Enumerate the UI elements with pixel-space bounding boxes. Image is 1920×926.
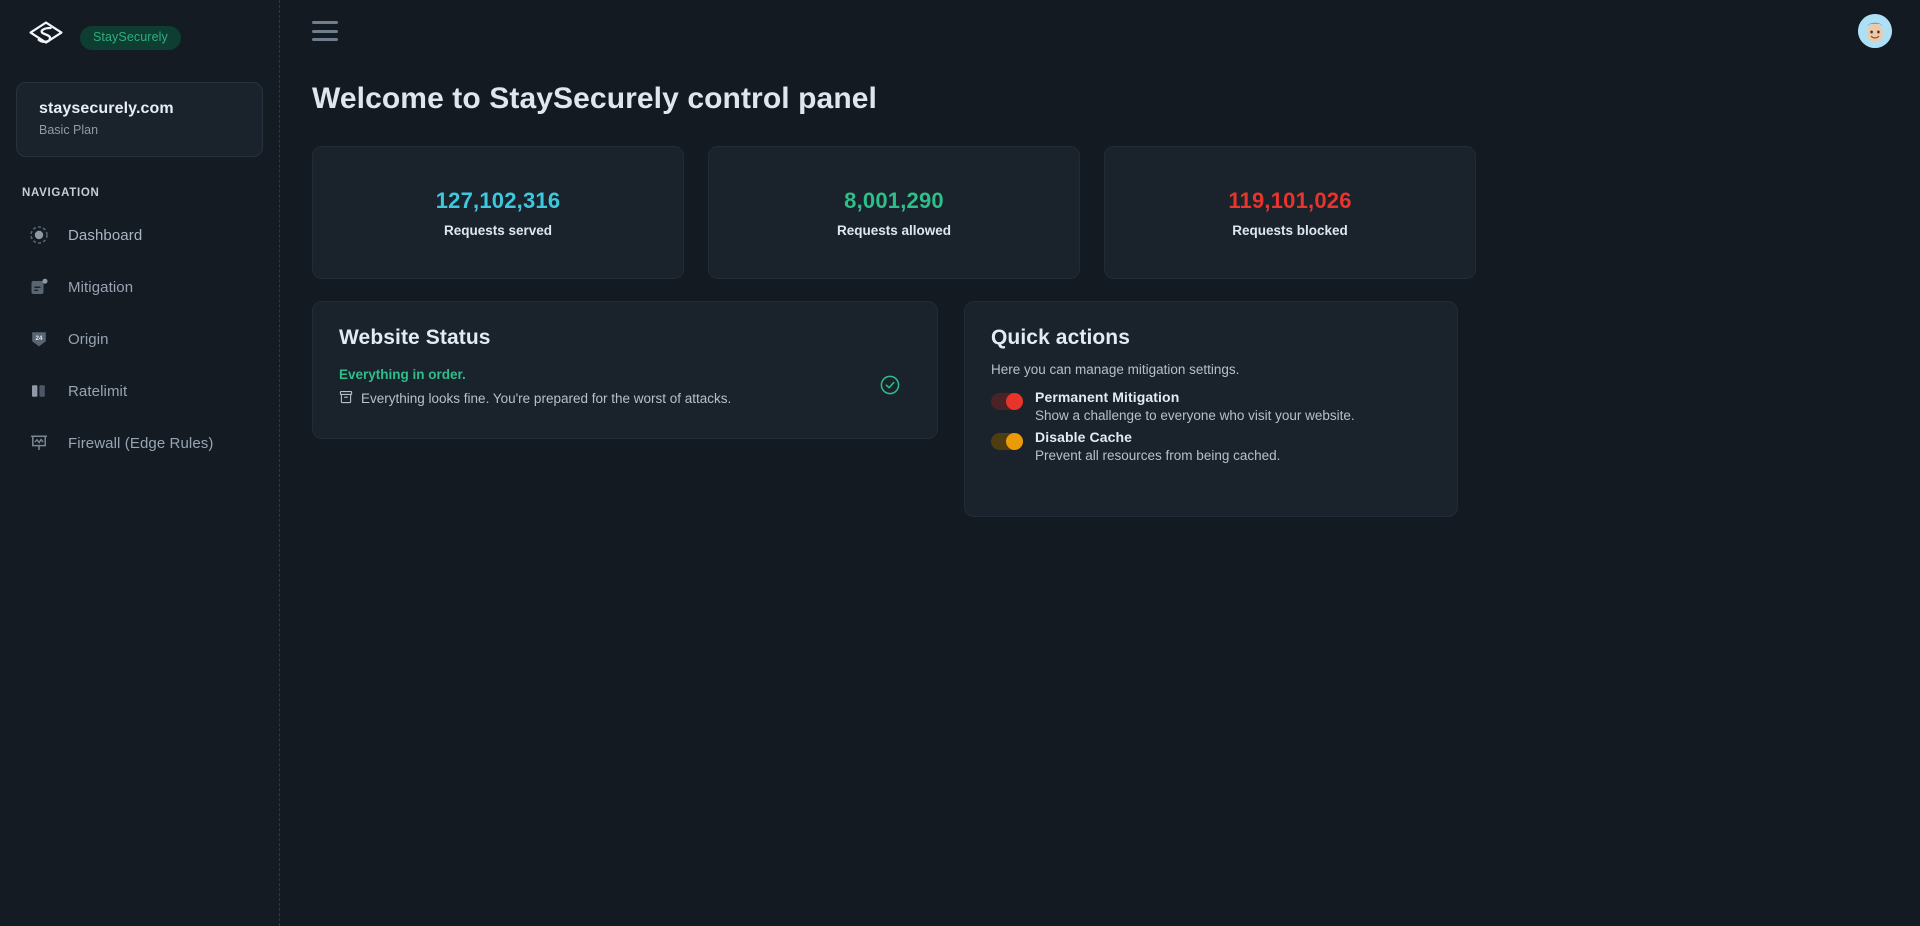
stat-card-requests-served: 127,102,316 Requests served [312, 146, 684, 279]
website-status-panel: Website Status Everything in order. Ever… [312, 301, 938, 439]
quick-action-disable-cache: Disable Cache Prevent all resources from… [991, 429, 1457, 463]
stat-value: 127,102,316 [435, 187, 561, 213]
account-plan: Basic Plan [39, 123, 99, 137]
hamburger-menu-icon[interactable] [312, 21, 338, 41]
website-status-title: Website Status [339, 326, 491, 349]
disable-cache-toggle[interactable] [991, 433, 1023, 450]
check-circle-icon [879, 374, 901, 401]
stat-card-requests-allowed: 8,001,290 Requests allowed [708, 146, 1080, 279]
archive-box-icon [339, 390, 353, 407]
quick-action-title: Permanent Mitigation [1035, 389, 1180, 405]
stat-label: Requests blocked [1232, 222, 1348, 238]
bars-icon [28, 380, 50, 402]
stat-value: 8,001,290 [844, 187, 944, 213]
account-card[interactable]: staysecurely.com Basic Plan [16, 82, 263, 157]
sidebar-item-dashboard[interactable]: Dashboard [0, 209, 279, 261]
app-root: StaySecurely staysecurely.com Basic Plan… [0, 0, 1920, 926]
sidebar-item-origin[interactable]: 24 Origin [0, 313, 279, 365]
quick-action-description: Prevent all resources from being cached. [1035, 448, 1281, 463]
website-status-detail: Everything looks fine. You're prepared f… [361, 391, 732, 406]
main-content: Welcome to StaySecurely control panel 12… [280, 0, 1920, 926]
radio-circle-icon [28, 224, 50, 246]
stat-label: Requests served [443, 222, 553, 238]
brand-pill: StaySecurely [80, 26, 181, 50]
website-status-detail-row: Everything looks fine. You're prepared f… [339, 390, 909, 407]
navigation-list: Dashboard Mitigation 24 Origin Ratelimit… [0, 209, 279, 469]
presentation-chart-icon [28, 432, 50, 454]
quick-actions-panel: Quick actions Here you can manage mitiga… [964, 301, 1458, 517]
quick-action-permanent-mitigation: Permanent Mitigation Show a challenge to… [991, 389, 1457, 423]
stat-value: 119,101,026 [1228, 187, 1352, 213]
sidebar-item-firewall[interactable]: Firewall (Edge Rules) [0, 417, 279, 469]
user-avatar-icon[interactable] [1858, 14, 1892, 48]
quick-actions-list: Permanent Mitigation Show a challenge to… [991, 389, 1457, 463]
account-domain: staysecurely.com [39, 100, 174, 117]
quick-action-title: Disable Cache [1035, 429, 1133, 445]
sidebar-item-mitigation[interactable]: Mitigation [0, 261, 279, 313]
stat-label: Requests allowed [836, 222, 952, 238]
stat-card-requests-blocked: 119,101,026 Requests blocked [1104, 146, 1476, 279]
sidebar-item-label: Ratelimit [68, 382, 128, 400]
sidebar-item-ratelimit[interactable]: Ratelimit [0, 365, 279, 417]
quick-action-description: Show a challenge to everyone who visit y… [1035, 408, 1355, 423]
page-title: Welcome to StaySecurely control panel [312, 82, 877, 115]
document-badge-icon [28, 276, 50, 298]
content-area: Welcome to StaySecurely control panel 12… [280, 62, 1920, 517]
topbar [280, 0, 1920, 62]
sidebar-item-label: Origin [68, 330, 109, 348]
sidebar-item-label: Firewall (Edge Rules) [68, 434, 214, 452]
stats-row: 127,102,316 Requests served 8,001,290 Re… [312, 146, 1920, 279]
svg-text:24: 24 [36, 335, 43, 342]
sidebar: StaySecurely staysecurely.com Basic Plan… [0, 0, 280, 926]
shield-24-icon: 24 [28, 328, 50, 350]
quick-actions-subtitle: Here you can manage mitigation settings. [991, 362, 1240, 377]
staysecurely-logo-icon[interactable] [26, 18, 66, 58]
website-status-headline: Everything in order. [339, 367, 466, 382]
navigation-heading: NAVIGATION [22, 187, 100, 199]
permanent-mitigation-toggle[interactable] [991, 393, 1023, 410]
quick-actions-title: Quick actions [991, 326, 1131, 349]
panels-row: Website Status Everything in order. Ever… [312, 301, 1920, 517]
brand-row: StaySecurely [0, 0, 279, 60]
sidebar-item-label: Mitigation [68, 278, 134, 296]
sidebar-item-label: Dashboard [68, 226, 143, 244]
